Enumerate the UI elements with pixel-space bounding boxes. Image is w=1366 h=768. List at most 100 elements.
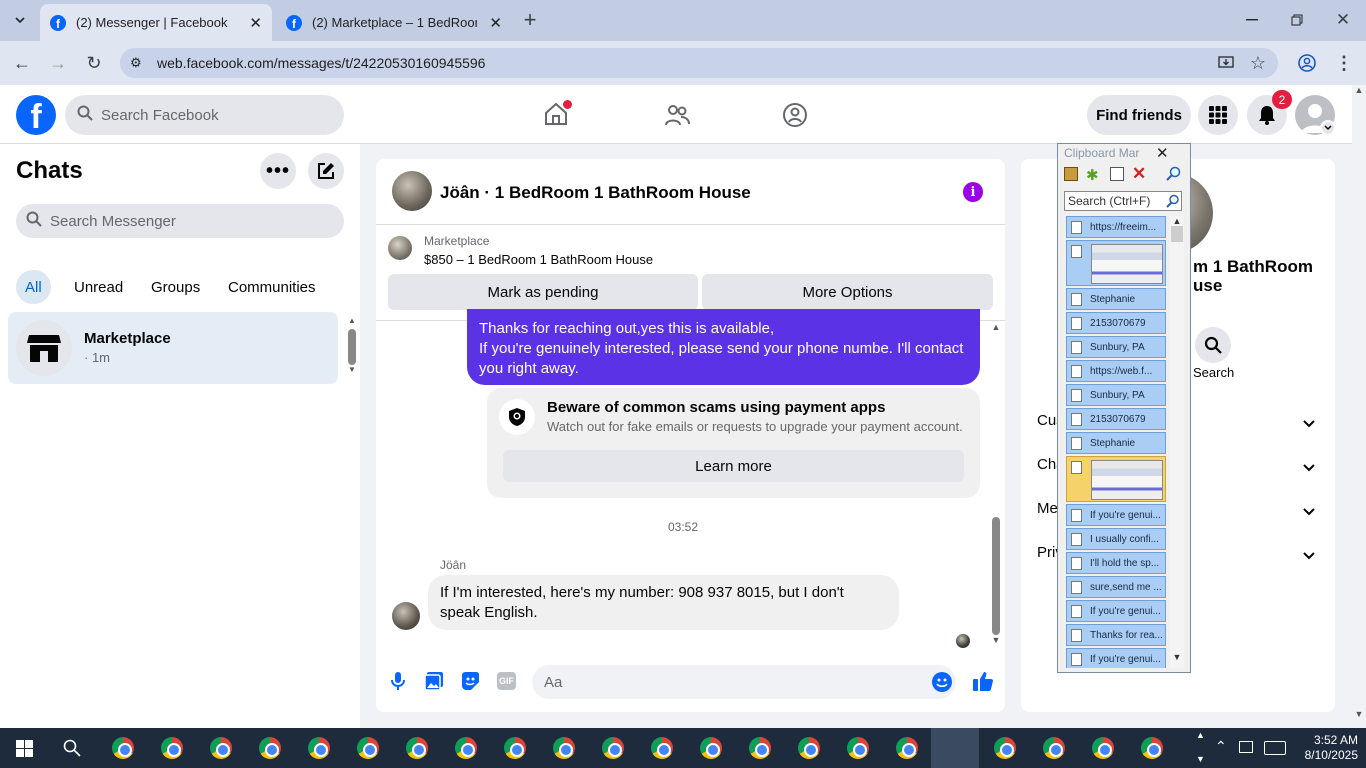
clipboard-item[interactable]: Thanks for rea... — [1066, 624, 1166, 646]
filter-unread[interactable]: Unread — [74, 270, 123, 304]
listing-title[interactable]: $850 – 1 BedRoom 1 BathRoom House — [424, 252, 653, 267]
clipboard-item[interactable]: Stephanie — [1066, 288, 1166, 310]
clipboard-item[interactable]: 2153070679 — [1066, 312, 1166, 334]
scroll-down-arrow[interactable]: ▼ — [1170, 652, 1184, 662]
clipboard-scrollbar[interactable]: ▲ ▼ — [1170, 216, 1184, 668]
scroll-up-arrow[interactable]: ▲ — [1170, 216, 1184, 226]
taskbar-chrome-icon[interactable] — [994, 737, 1016, 759]
tab-messenger[interactable]: f (2) Messenger | Facebook ✕ — [40, 4, 272, 41]
scroll-up-arrow[interactable]: ▲ — [990, 322, 1002, 332]
filter-all[interactable]: All — [16, 270, 51, 304]
tab-search-chevron-icon[interactable] — [8, 8, 32, 32]
clipboard-item[interactable]: I'll hold the sp... — [1066, 552, 1166, 574]
section-customize-chevron-icon[interactable] — [1303, 415, 1315, 433]
network-icon[interactable] — [1239, 741, 1253, 753]
taskbar-chrome-icon[interactable] — [602, 737, 624, 759]
received-message-bubble[interactable]: If I'm interested, here's my number: 908… — [428, 575, 899, 630]
bookmark-star-icon[interactable]: ☆ — [1246, 51, 1270, 75]
filter-groups[interactable]: Groups — [151, 270, 200, 304]
clipboard-item[interactable]: Sunbury, PA — [1066, 384, 1166, 406]
friends-icon[interactable] — [664, 103, 690, 132]
add-star-icon[interactable]: ✱ — [1086, 166, 1099, 184]
taskbar-chrome-icon[interactable] — [210, 737, 232, 759]
paste-icon[interactable] — [1064, 167, 1078, 181]
facebook-search-input[interactable]: Search Facebook — [65, 95, 344, 135]
find-icon[interactable] — [1166, 166, 1182, 187]
taskbar-chrome-icon[interactable] — [1092, 737, 1114, 759]
conversation-info-icon[interactable]: i — [963, 182, 983, 202]
minimize-icon[interactable] — [1240, 8, 1264, 32]
sent-message-bubble[interactable]: Thanks for reaching out,yes this is avai… — [467, 309, 980, 385]
taskbar-chrome-icon[interactable] — [749, 737, 771, 759]
profile-icon[interactable] — [1295, 51, 1319, 75]
clipboard-item[interactable]: If you're genui... — [1066, 600, 1166, 622]
facebook-logo-icon[interactable]: f — [16, 95, 56, 135]
close-tab-icon[interactable]: ✕ — [489, 14, 502, 32]
clipboard-item[interactable]: Sunbury, PA — [1066, 336, 1166, 358]
find-friends-button[interactable]: Find friends — [1087, 95, 1191, 135]
scroll-down-arrow[interactable]: ▼ — [348, 365, 356, 374]
message-composer-input[interactable]: Aa — [532, 665, 956, 699]
browser-menu-icon[interactable]: ⋮ — [1332, 51, 1356, 75]
learn-more-button[interactable]: Learn more — [503, 450, 964, 482]
taskbar-clock[interactable]: 3:52 AM 8/10/2025 — [1296, 733, 1358, 763]
back-icon[interactable]: ← — [10, 51, 34, 75]
edit-icon[interactable] — [1110, 167, 1124, 181]
conversation-title[interactable]: Jöân · 1 BedRoom 1 BathRoom House — [440, 183, 751, 203]
clipboard-image-item[interactable] — [1066, 240, 1166, 286]
clipboard-item[interactable]: sure,send me ... — [1066, 576, 1166, 598]
section-chat-chevron-icon[interactable] — [1303, 459, 1315, 477]
photo-icon[interactable] — [424, 671, 444, 696]
info-search-button[interactable] — [1195, 327, 1231, 363]
taskbar-chrome-icon[interactable] — [357, 737, 379, 759]
conversation-scrollbar[interactable]: ▲ ▼ — [990, 322, 1002, 652]
windows-start-icon[interactable] — [16, 740, 33, 762]
new-message-button[interactable] — [308, 153, 344, 189]
taskbar-chrome-icon[interactable] — [455, 737, 477, 759]
keyboard-icon[interactable] — [1264, 741, 1286, 755]
like-thumbs-up-icon[interactable] — [972, 670, 994, 697]
clipboard-item[interactable]: https://web.f... — [1066, 360, 1166, 382]
scroll-thumb[interactable] — [348, 329, 356, 365]
account-chevron-icon[interactable] — [1320, 120, 1336, 136]
section-privacy-chevron-icon[interactable] — [1303, 547, 1315, 565]
clipboard-search-input[interactable]: Search (Ctrl+F) — [1064, 191, 1182, 211]
taskbar-down-arrow[interactable]: ▼ — [1196, 754, 1205, 764]
mark-as-pending-button[interactable]: Mark as pending — [388, 274, 698, 310]
tab-marketplace[interactable]: f (2) Marketplace – 1 BedRoom 1 ✕ — [276, 4, 512, 41]
clipboard-item[interactable]: 2153070679 — [1066, 408, 1166, 430]
scroll-up-arrow[interactable]: ▲ — [348, 316, 356, 325]
reload-icon[interactable]: ↻ — [82, 51, 106, 75]
install-app-icon[interactable] — [1214, 51, 1238, 75]
site-settings-icon[interactable]: ⚙ — [130, 55, 142, 71]
close-window-icon[interactable]: ✕ — [1331, 8, 1355, 32]
clipboard-search-icon[interactable] — [1166, 194, 1180, 213]
clipboard-close-icon[interactable]: ✕ — [1156, 144, 1169, 162]
clipboard-image-item[interactable] — [1066, 456, 1166, 502]
taskbar-chrome-icon[interactable] — [406, 737, 428, 759]
taskbar-chrome-icon[interactable] — [553, 737, 575, 759]
filter-communities[interactable]: Communities — [228, 270, 316, 304]
scroll-thumb[interactable] — [992, 517, 1000, 635]
taskbar-chrome-icon[interactable] — [259, 737, 281, 759]
taskbar-chrome-icon[interactable] — [1141, 737, 1163, 759]
taskbar-chrome-icon[interactable] — [112, 737, 134, 759]
clipboard-item[interactable]: Stephanie — [1066, 432, 1166, 454]
messenger-search-input[interactable]: Search Messenger — [16, 204, 344, 238]
address-bar[interactable]: ⚙ web.facebook.com/messages/t/2422053016… — [120, 48, 1278, 78]
taskbar-up-arrow[interactable]: ▲ — [1196, 730, 1205, 740]
new-tab-icon[interactable]: + — [518, 7, 542, 32]
section-media-chevron-icon[interactable] — [1303, 503, 1315, 521]
microphone-icon[interactable] — [390, 671, 406, 696]
clipboard-item[interactable]: https://freeim... — [1066, 216, 1166, 238]
restore-icon[interactable] — [1285, 8, 1309, 32]
more-options-button[interactable]: More Options — [702, 274, 993, 310]
emoji-icon[interactable] — [932, 672, 952, 692]
taskbar-chrome-icon[interactable] — [161, 737, 183, 759]
show-hidden-icons-chevron-icon[interactable]: ⌃ — [1215, 738, 1227, 755]
taskbar-chrome-icon[interactable] — [308, 737, 330, 759]
gif-icon[interactable]: GIF — [497, 672, 516, 690]
taskbar-chrome-icon[interactable] — [1043, 737, 1065, 759]
taskbar-chrome-icon[interactable] — [651, 737, 673, 759]
scroll-down-arrow[interactable]: ▼ — [1352, 709, 1366, 719]
